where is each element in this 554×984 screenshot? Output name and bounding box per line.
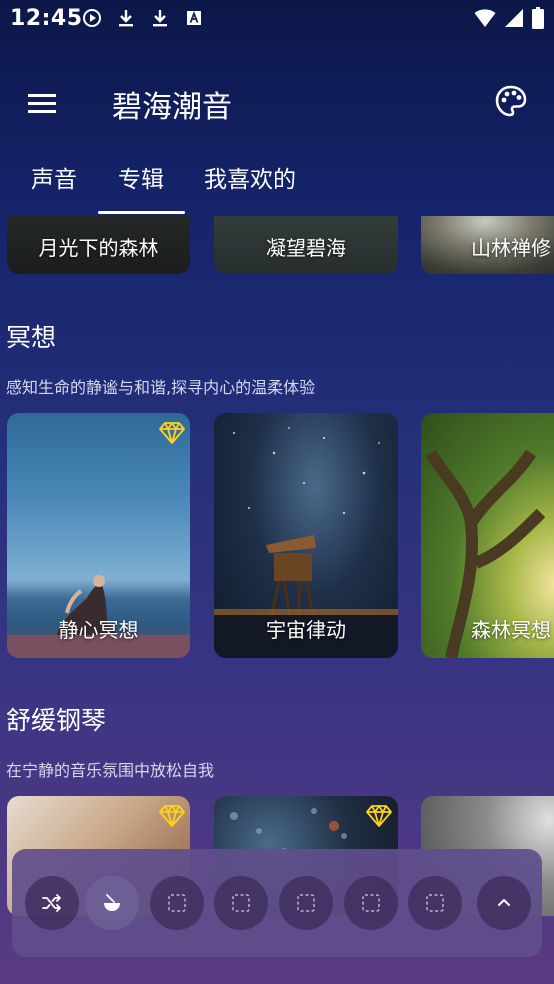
chevron-up-icon [498,899,510,906]
tab-sounds[interactable]: 声音 [31,160,77,194]
album-title: 山林禅修 [471,236,551,260]
section-title: 舒缓钢琴 [6,706,107,735]
battery-icon [532,7,544,29]
section-subtitle: 感知生命的静谧与和谐,探寻内心的温柔体验 [6,378,316,397]
palette-icon[interactable] [494,84,528,118]
album-card-gazing-sea[interactable]: 凝望碧海 [214,216,398,274]
section-title: 冥想 [6,323,57,352]
empty-sound-slot[interactable] [408,876,462,930]
signal-icon [505,9,523,27]
album-card-forest-meditation[interactable]: 森林冥想 [421,413,554,658]
album-card-mountain-zen[interactable]: 山林禅修 [421,216,554,274]
wifi-icon [474,9,496,27]
shuffle-icon [42,894,61,912]
app-title: 碧海潮音 [112,90,232,125]
expand-player-button[interactable] [477,876,531,930]
status-left-icons [82,8,204,28]
empty-slot-icon [232,894,250,912]
menu-icon[interactable] [26,88,60,118]
sound-mixer-bar [12,849,542,957]
empty-sound-slot[interactable] [214,876,268,930]
album-title: 月光下的森林 [38,236,159,260]
tab-bar: 声音 专辑 我喜欢的 [0,150,554,216]
premium-gem-icon [366,805,392,827]
status-right-icons [474,7,544,29]
singing-bowl-button[interactable] [85,876,139,930]
album-card-cosmic-rhythm[interactable]: 宇宙律动 [214,413,398,658]
bowl-icon [104,894,120,911]
empty-slot-icon [426,894,444,912]
album-card-moonlit-forest[interactable]: 月光下的森林 [7,216,190,274]
empty-sound-slot[interactable] [279,876,333,930]
section-subtitle: 在宁静的音乐氛围中放松自我 [6,761,215,780]
empty-slot-icon [297,894,315,912]
keyboard-a-icon [187,11,201,25]
album-title: 凝望碧海 [266,236,346,260]
empty-slot-icon [168,894,186,912]
premium-gem-icon [159,422,185,444]
album-title: 静心冥想 [58,618,139,642]
album-title: 宇宙律动 [266,618,346,642]
app-bar: 碧海潮音 [0,70,554,134]
status-bar: 12:45 [0,0,554,38]
play-circle-icon [83,9,101,27]
album-card-calm-meditation[interactable]: 静心冥想 [7,413,190,658]
empty-sound-slot[interactable] [344,876,398,930]
album-title: 森林冥想 [471,618,551,642]
premium-gem-icon [159,805,185,827]
shuffle-button[interactable] [25,876,79,930]
status-time: 12:45 [10,6,83,31]
empty-slot-icon [362,894,380,912]
empty-sound-slot[interactable] [150,876,204,930]
tab-indicator [98,211,185,214]
download-icon [119,10,133,27]
tab-albums[interactable]: 专辑 [118,160,164,194]
download-icon [153,10,167,27]
tab-favorites[interactable]: 我喜欢的 [204,160,296,194]
